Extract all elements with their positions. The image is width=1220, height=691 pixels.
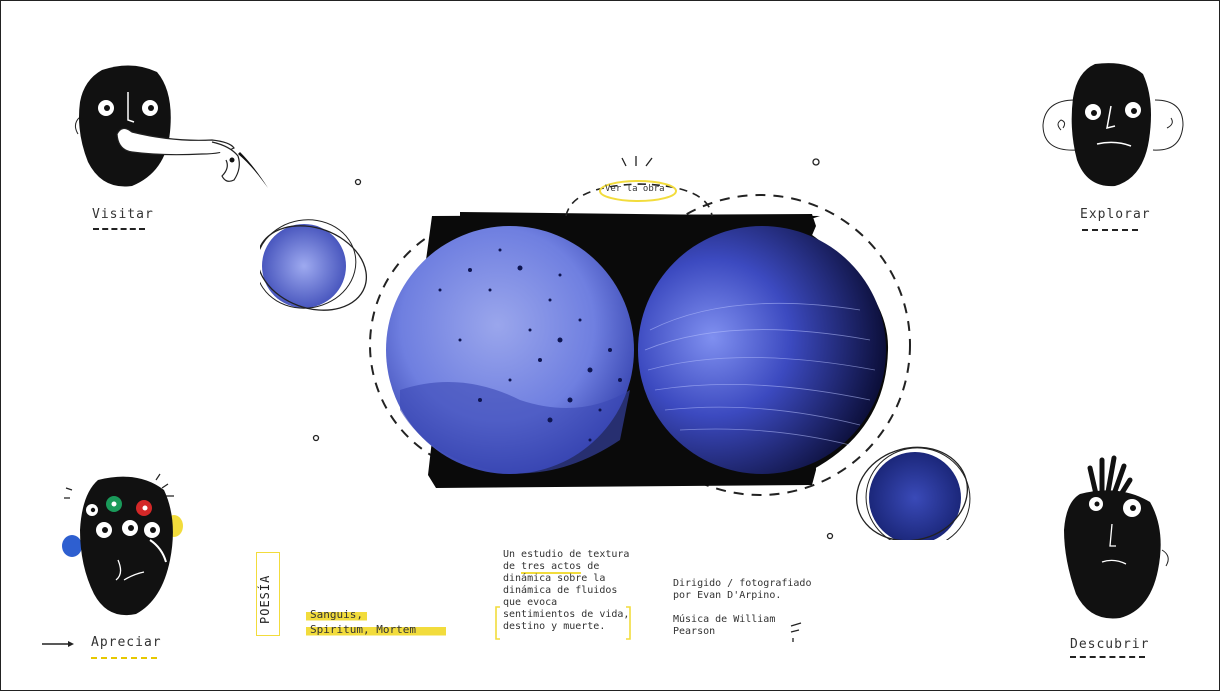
squiggle-icon [790,622,802,642]
description-bracket [495,606,631,640]
nav-visitar[interactable]: Visitar [92,207,154,222]
apreciar-underline [91,657,157,659]
credits-line: por Evan D'Arpino. [673,590,782,601]
description-text: de [503,561,522,572]
visitar-underline [93,228,145,230]
description-line: dinámica sobre la [503,573,606,584]
description-text: de [581,561,600,572]
nav-explorar[interactable]: Explorar [1080,207,1151,222]
arrow-right-icon [42,641,74,647]
work-title[interactable]: Sanguis, Spiritum, Mortem [306,607,446,637]
descubrir-face-icon[interactable] [1040,450,1180,630]
description-line: de tres actos de [503,561,638,574]
credits-line: Dirigido / fotografiado [673,578,812,589]
nav-descubrir[interactable]: Descubrir [1070,637,1149,652]
descubrir-underline [1070,656,1145,658]
work-title-line1: Sanguis, [306,607,367,622]
description-line: Un estudio de textura [503,549,630,560]
ver-obra-link[interactable]: Ver la obra [605,184,665,194]
spark-icon [621,156,653,167]
apreciar-face-icon[interactable] [58,470,193,625]
visitar-face-icon[interactable] [62,62,282,197]
explorar-underline [1082,229,1138,231]
poesia-label[interactable]: POESÍA [258,575,272,624]
explorar-face-icon[interactable] [1035,60,1190,195]
nav-apreciar[interactable]: Apreciar [91,635,162,650]
work-title-line2: Spiritum, Mortem [306,622,446,637]
description-line: dinámica de fluidos [503,585,618,596]
